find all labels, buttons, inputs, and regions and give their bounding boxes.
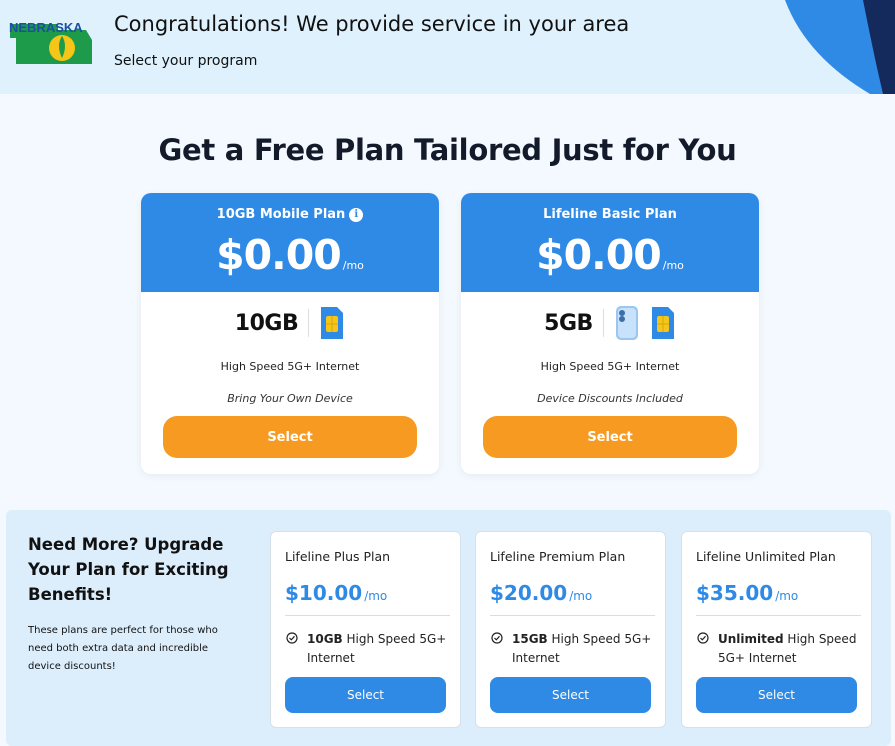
plan-price: $0.00/mo (141, 231, 439, 279)
upgrade-price-amount: $10.00 (285, 581, 363, 605)
upgrade-plan-feature: 10GB High Speed 5G+ Internet (307, 630, 452, 668)
plan-card-10gb: 10GB Mobile Plan i $0.00/mo 10GB High Spe… (141, 193, 439, 474)
plan-name-wrap: 10GB Mobile Plan i (141, 207, 439, 222)
divider (308, 309, 310, 337)
upgrade-card-plus: Lifeline Plus Plan $10.00/mo 10GB High S… (270, 531, 461, 728)
upgrade-card-premium: Lifeline Premium Plan $20.00/mo 15GB Hig… (475, 531, 666, 728)
upgrade-plan-name: Lifeline Plus Plan (285, 549, 391, 564)
divider (602, 309, 604, 337)
check-circle-icon (697, 632, 709, 644)
plan-price-period: /mo (342, 259, 364, 272)
feature-highlight: 10GB (307, 632, 343, 646)
upgrade-plan-name: Lifeline Unlimited Plan (696, 549, 836, 564)
plan-card-header: Lifeline Basic Plan $0.00/mo (461, 193, 759, 292)
header: NEBRASKA Congratulations! We provide ser… (0, 0, 895, 94)
corner-decoration (785, 0, 895, 94)
upgrade-plan-feature: 15GB High Speed 5G+ Internet (512, 630, 657, 668)
feature-highlight: 15GB (512, 632, 548, 646)
upgrade-price-period: /mo (364, 589, 388, 603)
upgrade-price-period: /mo (569, 589, 593, 603)
select-lifeline-premium-button[interactable]: Select (490, 677, 651, 713)
header-title: Congratulations! We provide service in y… (114, 12, 630, 36)
plan-price-amount: $0.00 (536, 231, 662, 279)
plan-data-row: 5GB (461, 305, 759, 341)
upgrade-plan-price: $10.00/mo (285, 581, 387, 605)
upgrade-section: Need More? Upgrade Your Plan for Excitin… (6, 510, 891, 746)
select-lifeline-plus-button[interactable]: Select (285, 677, 446, 713)
plan-data-row: 10GB (141, 305, 439, 341)
header-subtitle: Select your program (114, 53, 258, 69)
plan-price-period: /mo (662, 259, 684, 272)
page-title: Get a Free Plan Tailored Just for You (158, 133, 737, 167)
plan-data-amount: 5GB (544, 310, 593, 336)
upgrade-title: Need More? Upgrade Your Plan for Excitin… (28, 535, 229, 604)
feature-highlight: Unlimited (718, 632, 784, 646)
plan-price-amount: $0.00 (216, 231, 342, 279)
plan-name: Lifeline Basic Plan (543, 207, 677, 222)
upgrade-price-amount: $20.00 (490, 581, 568, 605)
plan-price: $0.00/mo (461, 231, 759, 279)
divider (696, 615, 861, 616)
plan-note: Bring Your Own Device (227, 392, 353, 405)
upgrade-plan-price: $20.00/mo (490, 581, 592, 605)
check-circle-icon (286, 632, 298, 644)
plan-feature: High Speed 5G+ Internet (540, 360, 680, 373)
select-lifeline-unlimited-button[interactable]: Select (696, 677, 857, 713)
nebraska-logo: NEBRASKA (9, 20, 92, 64)
divider (490, 615, 655, 616)
plan-name: 10GB Mobile Plan (216, 207, 346, 222)
upgrade-card-unlimited: Lifeline Unlimited Plan $35.00/mo Unlimi… (681, 531, 872, 728)
plan-card-lifeline-basic: Lifeline Basic Plan $0.00/mo 5GB High Sp… (461, 193, 759, 474)
select-lifeline-basic-button[interactable]: Select (483, 416, 737, 458)
upgrade-price-period: /mo (775, 589, 799, 603)
sim-card-icon (651, 307, 674, 339)
plan-note: Device Discounts Included (537, 392, 683, 405)
upgrade-price-amount: $35.00 (696, 581, 774, 605)
select-10gb-plan-button[interactable]: Select (163, 416, 417, 458)
sim-card-icon (321, 307, 344, 339)
upgrade-description: These plans are perfect for those who ne… (28, 625, 218, 672)
info-icon[interactable]: i (349, 208, 364, 222)
upgrade-plan-price: $35.00/mo (696, 581, 798, 605)
plan-card-header: 10GB Mobile Plan i $0.00/mo (141, 193, 439, 292)
divider (285, 615, 450, 616)
logo-text: NEBRASKA (9, 20, 83, 35)
upgrade-plan-feature: Unlimited High Speed 5G+ Internet (718, 630, 863, 668)
phone-icon (615, 306, 638, 340)
plan-data-amount: 10GB (234, 310, 299, 336)
upgrade-plan-name: Lifeline Premium Plan (490, 549, 626, 564)
plan-feature: High Speed 5G+ Internet (220, 360, 360, 373)
check-circle-icon (491, 632, 503, 644)
